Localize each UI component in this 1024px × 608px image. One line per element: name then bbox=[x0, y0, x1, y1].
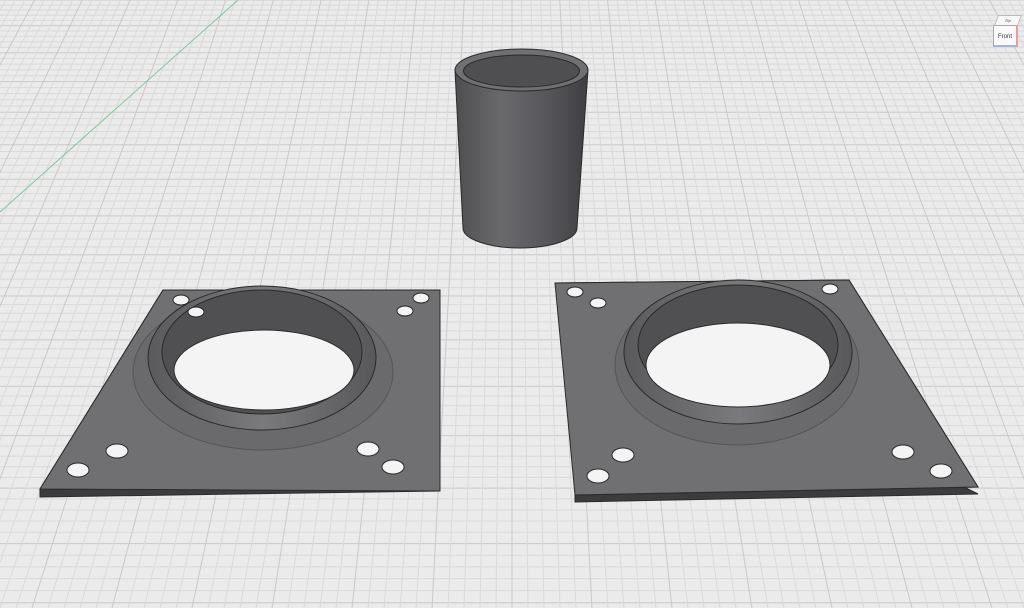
grid-line bbox=[0, 0, 112, 251]
grid-line bbox=[950, 0, 1024, 151]
viewcube-front-face[interactable]: Front bbox=[993, 25, 1018, 47]
grid-line bbox=[0, 0, 26, 48]
grid-line bbox=[0, 0, 150, 372]
grid-line bbox=[960, 0, 1024, 128]
cylinder-tube[interactable] bbox=[454, 48, 589, 249]
grid-line bbox=[874, 0, 1024, 372]
viewcube-navigator[interactable]: Top Front bbox=[990, 12, 1023, 50]
grid-line bbox=[998, 0, 1024, 48]
model-scene[interactable] bbox=[0, 0, 1024, 608]
flange-plate-left[interactable] bbox=[39, 285, 441, 498]
grid-line bbox=[0, 0, 169, 442]
grid-line bbox=[864, 0, 1024, 406]
grid-line bbox=[922, 0, 1024, 224]
grid-line bbox=[979, 0, 1024, 86]
grid-line bbox=[855, 0, 1024, 442]
3d-viewport[interactable]: Top Front bbox=[0, 0, 1024, 608]
grid-line bbox=[0, 0, 64, 128]
grid-line bbox=[0, 0, 102, 224]
grid-line bbox=[0, 0, 45, 86]
grid-line bbox=[912, 0, 1024, 251]
grid-line bbox=[0, 0, 74, 151]
